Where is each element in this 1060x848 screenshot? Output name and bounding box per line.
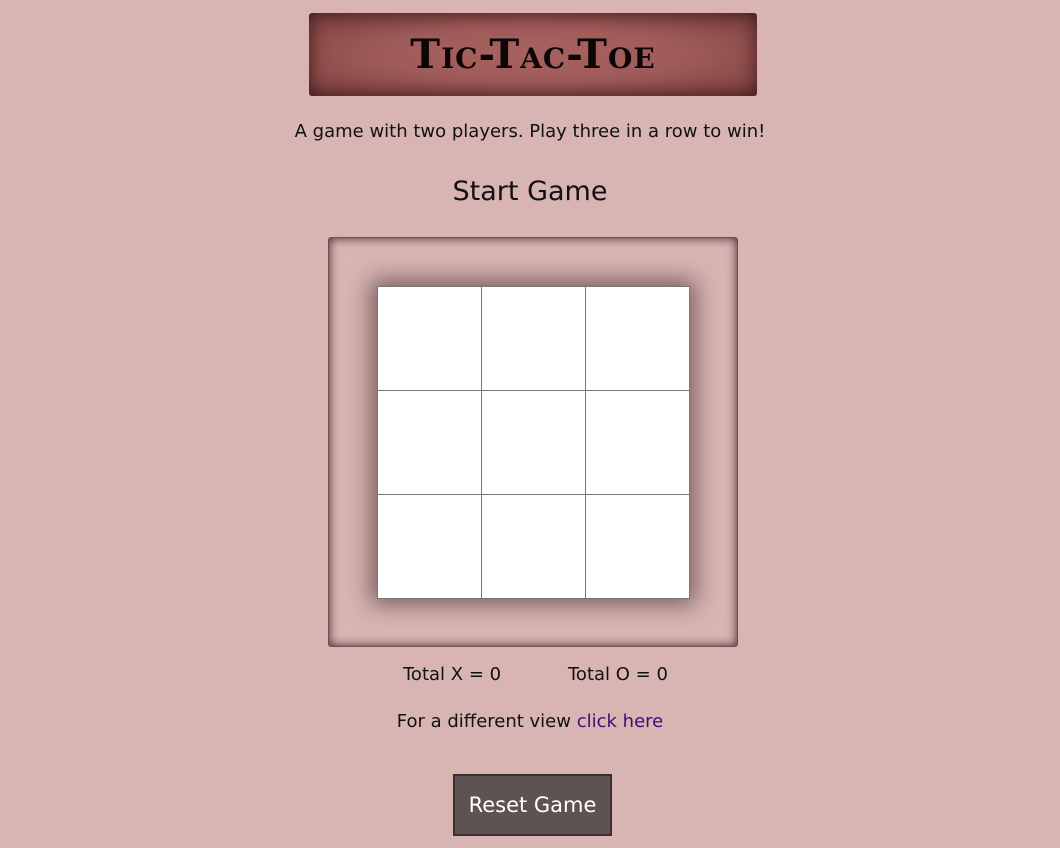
- board-cell-5[interactable]: [480, 389, 586, 495]
- game-board: [376, 285, 690, 599]
- board-cell-8[interactable]: [480, 493, 586, 599]
- game-description: A game with two players. Play three in a…: [294, 121, 766, 142]
- view-switch-link[interactable]: click here: [577, 711, 664, 732]
- page-title: Tic-Tac-Toe: [410, 31, 656, 78]
- board-cell-3[interactable]: [584, 285, 690, 391]
- title-banner: Tic-Tac-Toe: [309, 13, 757, 96]
- view-switch-line: For a different view click here: [0, 711, 1060, 732]
- reset-game-button[interactable]: Reset Game: [453, 774, 612, 836]
- total-x-score: Total X = 0: [403, 664, 502, 685]
- board-cell-4[interactable]: [376, 389, 482, 495]
- board-cell-1[interactable]: [376, 285, 482, 391]
- board-cell-6[interactable]: [584, 389, 690, 495]
- board-cell-7[interactable]: [376, 493, 482, 599]
- view-switch-text: For a different view: [396, 711, 571, 732]
- total-o-score: Total O = 0: [568, 664, 668, 685]
- start-game-heading: Start Game: [452, 176, 608, 207]
- board-cell-9[interactable]: [584, 493, 690, 599]
- board-cell-2[interactable]: [480, 285, 586, 391]
